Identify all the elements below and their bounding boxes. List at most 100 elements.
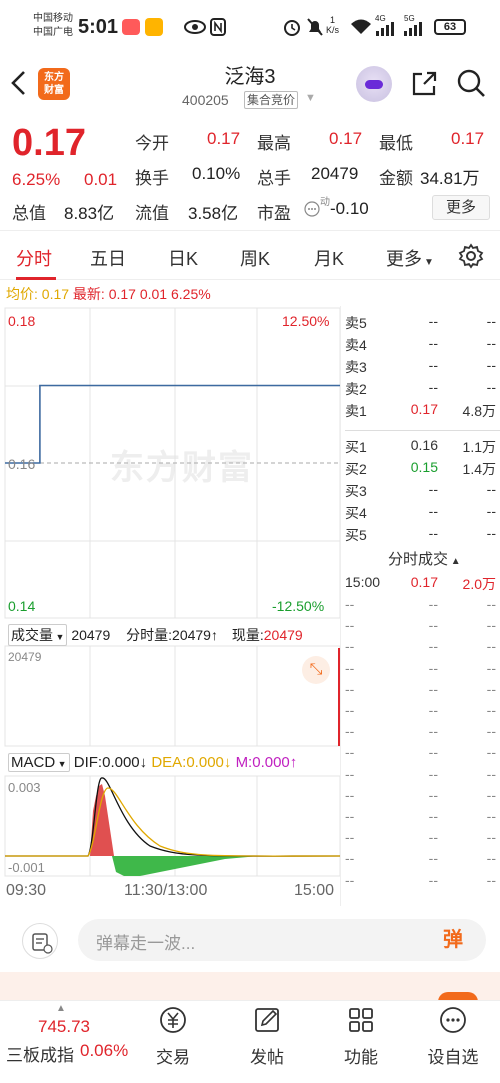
macd-histogram-green (112, 856, 260, 876)
more-quote-button[interactable]: 更多 (432, 195, 490, 220)
empty-cell: -- (428, 765, 438, 782)
danmu-input[interactable]: 弹幕走一波... (78, 919, 486, 961)
volume-value: 20479 (311, 164, 359, 183)
empty-cell: -- (428, 596, 438, 612)
order-book-row[interactable]: 买2 0.15 1.4万 (345, 457, 500, 479)
empty-cell: -- (486, 850, 496, 867)
order-level-label: 买5 (345, 527, 367, 543)
tab-weekly-k[interactable]: 周K (240, 245, 270, 271)
y-max-label: 0.18 (8, 313, 36, 329)
order-book-row[interactable]: 买4 -- -- (345, 501, 500, 523)
empty-cell: -- (486, 680, 496, 697)
empty-cell: -- (345, 850, 355, 867)
empty-cell: -- (345, 617, 355, 634)
order-book-row[interactable]: 买3 -- -- (345, 479, 500, 501)
ticks-header[interactable]: 分时成交 ▲ (388, 548, 461, 569)
empty-cell: -- (486, 871, 496, 888)
m-label: M: (235, 754, 253, 771)
search-icon[interactable] (456, 68, 486, 98)
empty-cell: -- (486, 702, 496, 718)
order-price: -- (428, 503, 438, 519)
order-volume: -- (486, 525, 496, 541)
empty-cell: -- (345, 808, 355, 824)
gear-icon[interactable] (458, 243, 484, 269)
change-percent: 6.25% (12, 170, 61, 189)
tick-row-empty: -- -- -- (345, 742, 500, 764)
alarm-icon (284, 20, 300, 36)
empty-cell: -- (428, 617, 438, 634)
arrow-down-icon: ↓ (223, 754, 232, 771)
tick-price: 0.17 (410, 574, 438, 590)
volume-label: 总手 (257, 169, 291, 188)
carrier-1: 中国移动 (33, 13, 73, 24)
nav-trade[interactable]: 交易 (138, 1005, 208, 1068)
dea-value: 0.000 (186, 754, 224, 771)
nav-functions[interactable]: 功能 (326, 1005, 396, 1068)
battery-indicator: 63 (434, 19, 466, 35)
order-book-row[interactable]: 买5 -- -- (345, 523, 500, 545)
info-dots-icon[interactable] (304, 201, 320, 217)
latest-pct: 6.25% (170, 286, 211, 302)
danmu-toggle-button[interactable]: 弹 (434, 921, 472, 959)
order-book-row[interactable]: 卖4 -- -- (345, 333, 500, 355)
order-level-label: 卖5 (345, 315, 367, 331)
nav-add-watchlist-label: 设自选 (427, 1048, 479, 1067)
open-label: 今开 (135, 134, 169, 153)
order-book-row[interactable]: 卖1 0.17 4.8万 (345, 399, 500, 421)
pe-superscript: 动 (320, 197, 330, 208)
nav-add-watchlist[interactable]: 设自选 (418, 1005, 488, 1068)
empty-cell: -- (428, 638, 438, 655)
change-amount: 0.01 (84, 170, 118, 189)
order-volume: 1.4万 (462, 461, 496, 477)
caret-down-icon[interactable]: ▼ (305, 92, 316, 104)
dea-label: DEA: (151, 754, 187, 771)
nav-post[interactable]: 发帖 (232, 1005, 302, 1068)
latest-change: 0.01 (139, 286, 168, 302)
order-book-row[interactable]: 卖2 -- -- (345, 377, 500, 399)
index-value[interactable]: 745.73 (38, 1017, 90, 1037)
empty-cell: -- (345, 723, 355, 740)
comment-list-icon[interactable] (22, 923, 58, 959)
tab-five-day[interactable]: 五日 (90, 245, 126, 271)
index-name[interactable]: 三板成指 (6, 1041, 74, 1066)
volume-total: 20479 (71, 627, 111, 643)
order-book-row[interactable]: 卖3 -- -- (345, 355, 500, 377)
ticks-header-label: 分时成交 (388, 551, 449, 568)
empty-cell: -- (345, 702, 355, 718)
order-volume: -- (486, 481, 496, 497)
status-bar: 中国移动 中国广电 5:01 1 K/s 4G 5G 63 (0, 0, 500, 56)
dif-line (5, 777, 341, 857)
tick-row-empty: -- -- -- (345, 658, 500, 680)
order-book-row[interactable]: 卖5 -- -- (345, 311, 500, 333)
tick-row-empty: -- -- -- (345, 594, 500, 616)
order-volume: -- (486, 379, 496, 395)
macd-selector[interactable]: MACD ▼ (8, 753, 70, 772)
volume-selector[interactable]: 成交量 ▼ (8, 624, 68, 646)
tick-row-empty: -- -- -- (345, 827, 500, 849)
order-book-row[interactable]: 买1 0.16 1.1万 (345, 435, 500, 457)
ai-assistant-avatar[interactable] (356, 66, 392, 102)
share-icon[interactable] (410, 70, 438, 98)
tab-daily-k[interactable]: 日K (168, 245, 198, 271)
tab-more[interactable]: 更多 ▼ (386, 245, 434, 271)
tick-volume: 2.0万 (462, 576, 496, 592)
time-mid: 11:30/13:00 (124, 882, 208, 899)
y-pct-min-label: -12.50% (272, 598, 325, 614)
expand-icon[interactable]: ⤡ (302, 656, 330, 684)
empty-cell: -- (486, 786, 496, 803)
empty-cell: -- (486, 723, 496, 740)
nav-trade-label: 交易 (156, 1048, 190, 1067)
more-dots-icon (440, 1007, 466, 1033)
avg-price-line: 均价: 0.17 最新: 0.17 0.01 6.25% (6, 284, 211, 304)
tab-intraday[interactable]: 分时 (16, 245, 52, 271)
caret-up-icon: ▲ (56, 1003, 66, 1014)
order-level-label: 卖4 (345, 337, 367, 353)
tick-row-empty: -- -- -- (345, 615, 500, 637)
empty-cell: -- (486, 808, 496, 824)
amount-label: 金额 (379, 169, 413, 188)
tab-monthly-k[interactable]: 月K (314, 245, 344, 271)
order-level-label: 买1 (345, 439, 367, 455)
m-value: 0.000 (252, 754, 290, 771)
caret-down-icon: ▼ (424, 257, 434, 268)
empty-cell: -- (486, 829, 496, 846)
